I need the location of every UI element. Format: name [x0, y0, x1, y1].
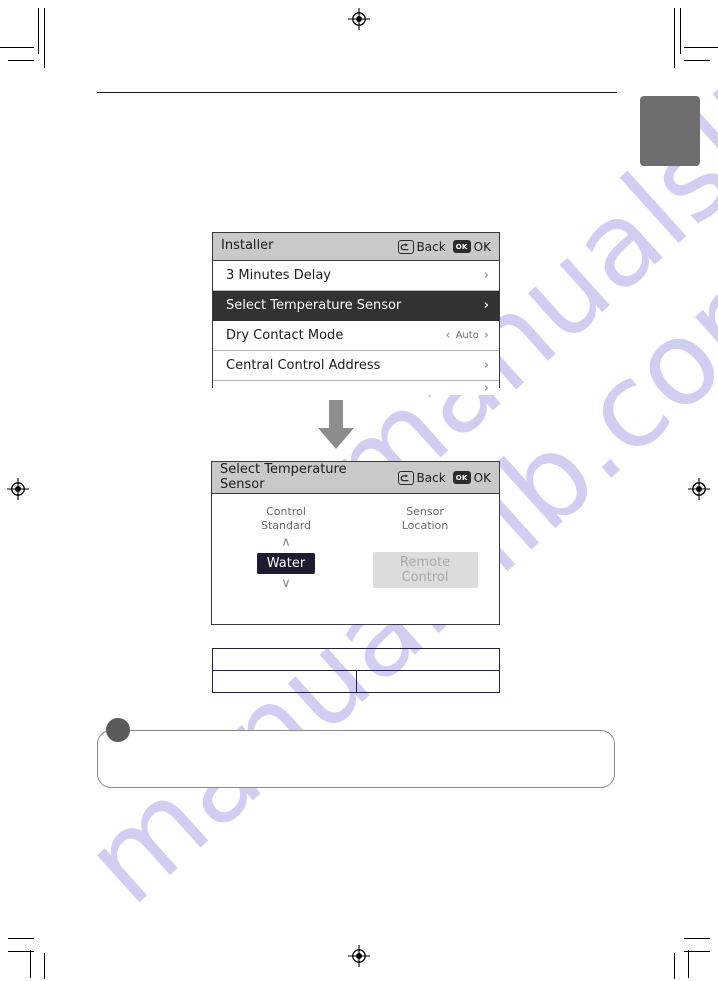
- back-arrow-icon: [397, 239, 414, 254]
- registration-target-top: [348, 8, 370, 30]
- sensor-location-column: Sensor Location ∧ Remote Control: [372, 505, 478, 593]
- crop-mark-bottom-right-h1: [684, 951, 710, 952]
- option-label: Water: [256, 552, 316, 574]
- crop-mark-bottom-left-v2: [44, 953, 45, 979]
- arrow-down-icon: [315, 400, 357, 455]
- menu-item-label: 3 Minutes Delay: [226, 268, 331, 283]
- table-row: [212, 670, 500, 693]
- header-rule: [97, 92, 617, 93]
- back-button-label: Back: [416, 470, 446, 485]
- ok-button-label: OK: [473, 239, 491, 254]
- crop-mark-bottom-right-v1: [688, 950, 689, 978]
- sensor-location-option: Remote Control: [372, 551, 478, 588]
- table-cell: [355, 670, 500, 693]
- menu-item-value: Auto: [455, 330, 479, 341]
- table-cell: [212, 648, 500, 671]
- reference-table: [212, 648, 500, 693]
- sensor-panel-header: Select Temperature Sensor Back OK OK: [212, 462, 499, 494]
- back-button-label: Back: [416, 239, 446, 254]
- note-callout: [97, 730, 615, 788]
- menu-item-central-control-address[interactable]: Central Control Address ›: [213, 351, 499, 381]
- chevron-right-icon: ›: [483, 381, 489, 395]
- menu-item-select-temperature-sensor[interactable]: Select Temperature Sensor ›: [213, 291, 499, 321]
- ok-button[interactable]: OK OK: [452, 239, 491, 254]
- menu-item-3-minutes-delay[interactable]: 3 Minutes Delay ›: [213, 261, 499, 291]
- ok-button-label: OK: [473, 470, 491, 485]
- chevron-right-icon: ›: [483, 358, 489, 373]
- chevron-down-icon[interactable]: ∨: [234, 577, 339, 590]
- chevron-up-icon[interactable]: ∧: [234, 536, 339, 549]
- table-cell: [212, 670, 357, 693]
- select-temperature-sensor-panel: Select Temperature Sensor Back OK OK Con…: [211, 461, 500, 625]
- registration-target-left: [7, 478, 29, 500]
- chapter-tab: [640, 96, 700, 166]
- option-label: Remote Control: [372, 551, 478, 588]
- registration-target-bottom: [348, 945, 370, 967]
- crop-mark-top-right-h1: [684, 47, 718, 48]
- crop-mark-top-left-h2: [8, 60, 34, 61]
- crop-mark-top-right-v2: [680, 8, 681, 54]
- crop-mark-bottom-left-v1: [30, 950, 31, 978]
- chevron-right-icon[interactable]: ›: [484, 329, 489, 342]
- chevron-left-icon[interactable]: ‹: [445, 329, 450, 342]
- control-standard-column: Control Standard ∧ Water ∨: [234, 505, 339, 593]
- chevron-right-icon: ›: [483, 268, 489, 283]
- crop-mark-bottom-right-v2: [674, 953, 675, 979]
- installer-panel-header: Installer Back OK OK: [213, 233, 499, 261]
- crop-mark-top-right-h2: [684, 60, 710, 61]
- menu-item-label: Central Control Address: [226, 358, 381, 373]
- menu-item-value-group: ‹ Auto ›: [445, 329, 489, 342]
- crop-mark-bottom-left-h1: [8, 951, 34, 952]
- crop-mark-top-left-v1: [44, 8, 45, 68]
- crop-mark-top-right-v1: [674, 8, 675, 68]
- crop-mark-top-left-v2: [38, 8, 39, 54]
- menu-item-label: Dry Contact Mode: [226, 328, 344, 343]
- back-button[interactable]: Back: [397, 470, 446, 485]
- crop-mark-bottom-left-h2: [8, 938, 34, 939]
- back-button[interactable]: Back: [397, 239, 446, 254]
- control-standard-heading: Control Standard: [260, 505, 312, 532]
- page-title: Installer: [221, 238, 274, 254]
- menu-item-partially-visible[interactable]: ›: [213, 381, 499, 395]
- crop-mark-bottom-right-h2: [684, 938, 710, 939]
- note-bullet-icon: [106, 718, 130, 742]
- table-row: [212, 648, 500, 671]
- back-arrow-icon: [397, 470, 414, 485]
- menu-item-dry-contact-mode[interactable]: Dry Contact Mode ‹ Auto ›: [213, 321, 499, 351]
- sensor-panel-body: Control Standard ∧ Water ∨ Sensor Locati…: [212, 494, 499, 656]
- sensor-location-heading: Sensor Location: [401, 505, 449, 532]
- installer-menu-panel: Installer Back OK OK 3 Minutes Delay › S…: [212, 232, 500, 395]
- ok-key-icon: OK: [452, 240, 471, 253]
- registration-target-right: [688, 478, 710, 500]
- crop-mark-top-left-h1: [0, 47, 34, 48]
- ok-button[interactable]: OK OK: [452, 470, 491, 485]
- ok-key-icon: OK: [452, 471, 471, 484]
- chevron-right-icon: ›: [483, 298, 489, 313]
- menu-item-label: Select Temperature Sensor: [226, 298, 402, 313]
- control-standard-option[interactable]: Water: [234, 552, 339, 574]
- page-title: Select Temperature Sensor: [220, 461, 347, 492]
